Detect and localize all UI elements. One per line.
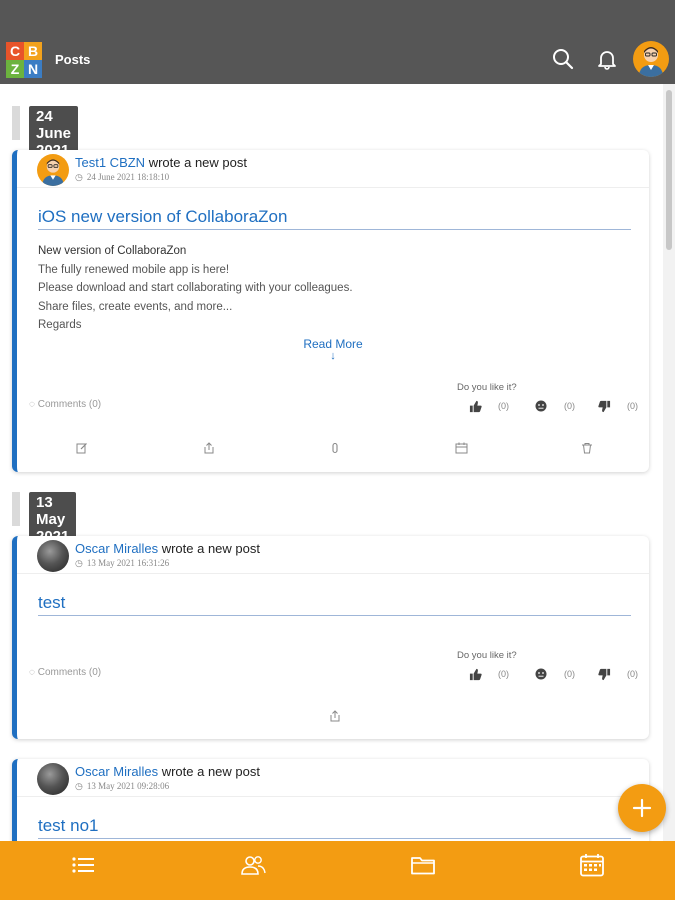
posts-feed[interactable]: 24 June 2021 Test1 CBZN wrote a new post… — [0, 84, 662, 841]
scrollbar[interactable] — [663, 84, 675, 841]
author-action: wrote a new post — [161, 764, 260, 779]
author-action: wrote a new post — [161, 541, 260, 556]
logo-letter-n: N — [24, 60, 42, 78]
logo-letter-c: C — [6, 42, 24, 60]
post-timestamp: ◷ 13 May 2021 09:28:06 — [75, 781, 169, 792]
app-logo: C B Z N — [6, 42, 42, 78]
clock-icon: ◷ — [75, 782, 83, 792]
author-avatar[interactable] — [37, 540, 69, 572]
logo-letter-z: Z — [6, 60, 24, 78]
post-card: Oscar Miralles wrote a new post ◷ 13 May … — [12, 536, 649, 739]
plus-icon — [632, 798, 652, 818]
thumbs-up-icon[interactable] — [467, 666, 483, 682]
delete-icon[interactable] — [579, 440, 595, 456]
neutral-count: (0) — [564, 401, 575, 411]
author-avatar[interactable] — [37, 154, 69, 186]
attachment-icon[interactable] — [327, 440, 343, 456]
post-title[interactable]: iOS new version of CollaboraZon — [38, 207, 631, 230]
logo-letter-b: B — [24, 42, 42, 60]
comments-count: Comments (0) — [37, 399, 102, 410]
body-line: The fully renewed mobile app is here! — [38, 263, 230, 276]
nav-posts-button[interactable] — [68, 851, 98, 879]
date-bar — [12, 492, 20, 526]
like-question: Do you like it? — [457, 382, 517, 393]
body-line: Regards — [38, 319, 82, 332]
post-card: Test1 CBZN wrote a new post ◷ 24 June 202… — [12, 150, 649, 472]
neutral-face-icon[interactable] — [533, 666, 549, 682]
dislikes-count: (0) — [627, 401, 638, 411]
author-name[interactable]: Test1 CBZN — [75, 155, 145, 170]
users-icon — [241, 856, 266, 875]
author-action: wrote a new post — [148, 155, 247, 170]
body-line: New version of CollaboraZon — [38, 245, 187, 257]
list-icon — [72, 857, 94, 873]
author-avatar[interactable] — [37, 763, 69, 795]
neutral-count: (0) — [564, 669, 575, 679]
author-line: Oscar Miralles wrote a new post — [75, 541, 260, 556]
neutral-face-icon[interactable] — [533, 398, 549, 414]
timestamp-text: 13 May 2021 09:28:06 — [86, 781, 170, 791]
add-post-button[interactable] — [618, 784, 666, 832]
date-bar — [12, 106, 20, 140]
nav-files-button[interactable] — [408, 851, 438, 879]
author-name[interactable]: Oscar Miralles — [75, 764, 158, 779]
clock-icon: ◷ — [75, 559, 83, 569]
bottom-navigation — [0, 841, 675, 900]
edit-icon[interactable] — [74, 440, 90, 456]
comment-icon: ◌ — [29, 667, 35, 678]
bell-icon[interactable] — [593, 45, 621, 73]
thumbs-up-icon[interactable] — [467, 398, 483, 414]
comment-icon: ◌ — [29, 399, 35, 410]
thumbs-down-icon[interactable] — [596, 666, 612, 682]
post-actions — [17, 440, 649, 458]
top-app-bar: C B Z N Posts — [0, 0, 675, 84]
scrollbar-thumb[interactable] — [666, 90, 672, 250]
body-line: Share files, create events, and more... — [38, 300, 233, 313]
timestamp-text: 13 May 2021 16:31:26 — [86, 558, 170, 568]
body-line: Please download and start collaborating … — [38, 282, 353, 295]
nav-users-button[interactable] — [238, 851, 268, 879]
post-title[interactable]: test no1 — [38, 816, 631, 839]
page-title: Posts — [55, 52, 91, 67]
timestamp-text: 24 June 2021 18:18:10 — [86, 172, 170, 182]
read-more-link[interactable]: Read More ↓ — [17, 337, 649, 362]
post-timestamp: ◷ 13 May 2021 16:31:26 — [75, 558, 169, 569]
search-icon[interactable] — [549, 45, 577, 73]
share-icon[interactable] — [201, 440, 217, 456]
post-title[interactable]: test — [38, 593, 631, 616]
user-avatar[interactable] — [633, 41, 669, 77]
dislikes-count: (0) — [627, 669, 638, 679]
post-actions — [17, 708, 649, 726]
post-card: Oscar Miralles wrote a new post ◷ 13 May … — [12, 759, 649, 841]
share-icon[interactable] — [327, 708, 343, 724]
post-header: Oscar Miralles wrote a new post ◷ 13 May … — [17, 536, 649, 574]
read-more-label: Read More — [303, 337, 363, 351]
author-line: Oscar Miralles wrote a new post — [75, 764, 260, 779]
calendar-icon[interactable] — [453, 440, 469, 456]
post-body: New version of CollaboraZon The fully re… — [38, 242, 628, 332]
reactions-bar: (0) (0) (0) — [467, 666, 645, 682]
thumbs-down-icon[interactable] — [596, 398, 612, 414]
author-line: Test1 CBZN wrote a new post — [75, 155, 247, 170]
comments-link[interactable]: ◌ Comments (0) — [29, 399, 101, 410]
likes-count: (0) — [498, 401, 509, 411]
calendar-icon — [580, 854, 604, 877]
post-header: Oscar Miralles wrote a new post ◷ 13 May … — [17, 759, 649, 797]
nav-calendar-button[interactable] — [577, 851, 607, 879]
post-timestamp: ◷ 24 June 2021 18:18:10 — [75, 172, 169, 183]
comments-count: Comments (0) — [37, 667, 102, 678]
likes-count: (0) — [498, 669, 509, 679]
comments-link[interactable]: ◌ Comments (0) — [29, 667, 101, 678]
like-question: Do you like it? — [457, 650, 517, 661]
post-header: Test1 CBZN wrote a new post ◷ 24 June 202… — [17, 150, 649, 188]
folder-icon — [411, 857, 435, 875]
arrow-down-icon: ↓ — [330, 350, 336, 362]
author-name[interactable]: Oscar Miralles — [75, 541, 158, 556]
clock-icon: ◷ — [75, 173, 83, 183]
reactions-bar: (0) (0) (0) — [467, 398, 645, 414]
